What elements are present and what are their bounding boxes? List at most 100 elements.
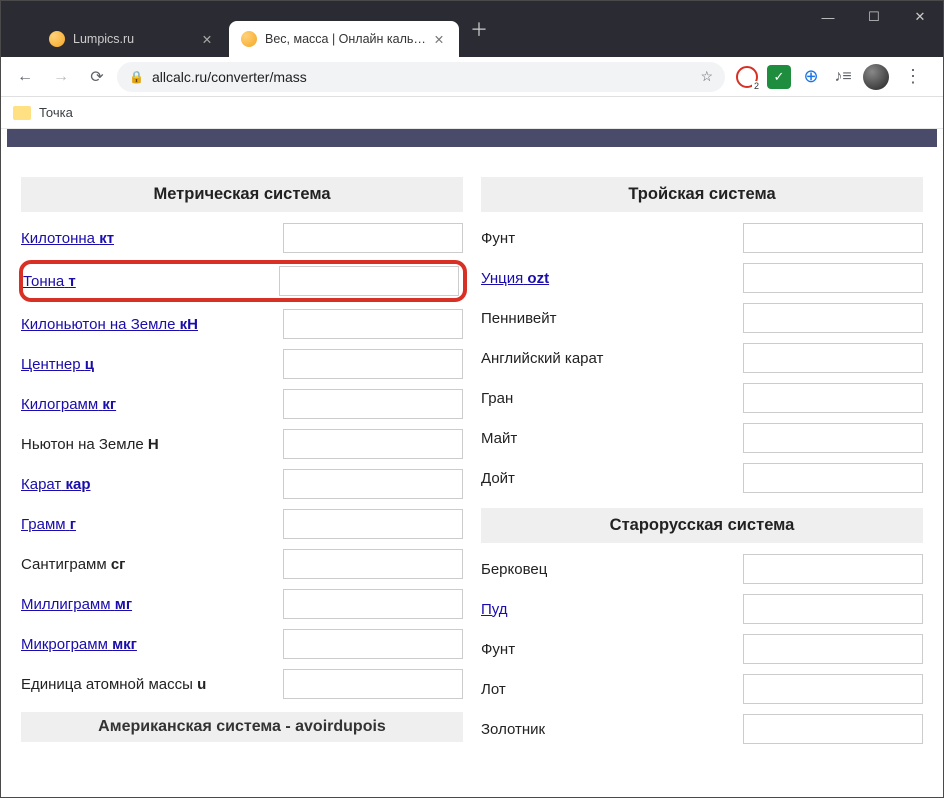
section-header-american-partial: Американская система - avoirdupois: [21, 712, 463, 742]
lock-icon: 🔒: [129, 70, 144, 84]
unit-input[interactable]: [283, 669, 463, 699]
tab-allcalc[interactable]: Вес, масса | Онлайн калькулятор ✕: [229, 21, 459, 57]
unit-row: Золотник: [481, 709, 923, 749]
unit-input[interactable]: [283, 429, 463, 459]
unit-link[interactable]: Килоньютон на Земле кН: [21, 316, 198, 333]
unit-input[interactable]: [283, 309, 463, 339]
unit-label: Единица атомной массы u: [21, 676, 283, 693]
bookmarks-bar: Точка: [1, 97, 943, 129]
unit-row: Микрограмм мкг: [21, 624, 463, 664]
unit-link[interactable]: Килограмм кг: [21, 396, 116, 413]
unit-label: Грамм г: [21, 516, 283, 533]
extension-check-icon[interactable]: ✓: [767, 65, 791, 89]
unit-input[interactable]: [283, 349, 463, 379]
unit-input[interactable]: [743, 383, 923, 413]
close-icon[interactable]: ✕: [431, 32, 447, 47]
forward-button[interactable]: →: [45, 61, 77, 93]
column-metric: Метрическая система Килотонна ктТонна тК…: [21, 177, 463, 749]
address-bar[interactable]: 🔒 allcalc.ru/converter/mass ☆: [117, 62, 725, 92]
metric-rows: Килотонна кт Тонна т Килоньютон на Земле к…: [21, 218, 463, 704]
unit-link[interactable]: Миллиграмм мг: [21, 596, 132, 613]
unit-row: Фунт: [481, 218, 923, 258]
unit-input[interactable]: [743, 423, 923, 453]
unit-input[interactable]: [743, 263, 923, 293]
unit-input[interactable]: [283, 509, 463, 539]
unit-label: Сантиграмм сг: [21, 556, 283, 573]
unit-link[interactable]: Килотонна кт: [21, 230, 114, 247]
tab-label: Вес, масса | Онлайн калькулятор: [265, 32, 431, 46]
unit-row: Килограмм кг: [21, 384, 463, 424]
unit-row: Пеннивейт: [481, 298, 923, 338]
unit-input[interactable]: [743, 463, 923, 493]
unit-input[interactable]: [283, 223, 463, 253]
unit-row: Карат кар: [21, 464, 463, 504]
close-icon[interactable]: ✕: [199, 32, 215, 47]
unit-label: Тонна т: [23, 273, 279, 290]
bookmark-star-icon[interactable]: ☆: [700, 68, 713, 85]
title-bar: Lumpics.ru ✕ Вес, масса | Онлайн калькул…: [1, 1, 943, 57]
unit-link[interactable]: Пуд: [481, 601, 508, 618]
unit-input[interactable]: [283, 389, 463, 419]
unit-row: Унция ozt: [481, 258, 923, 298]
unit-link[interactable]: Карат кар: [21, 476, 91, 493]
column-right: Тройская системаФунтУнция oztПеннивейтАн…: [481, 177, 923, 749]
unit-input[interactable]: [283, 589, 463, 619]
media-control-icon[interactable]: ♪≡: [831, 65, 855, 89]
unit-link[interactable]: Унция ozt: [481, 270, 549, 287]
extension-opera-icon[interactable]: [735, 65, 759, 89]
unit-input[interactable]: [283, 629, 463, 659]
menu-button[interactable]: ⋮: [897, 66, 929, 87]
translate-icon[interactable]: ⊕: [799, 65, 823, 89]
unit-label: Майт: [481, 430, 743, 447]
unit-input[interactable]: [743, 674, 923, 704]
unit-label: Миллиграмм мг: [21, 596, 283, 613]
unit-input[interactable]: [283, 469, 463, 499]
tab-label: Lumpics.ru: [73, 32, 199, 46]
unit-link[interactable]: Грамм г: [21, 516, 76, 533]
unit-label: Центнер ц: [21, 356, 283, 373]
unit-input[interactable]: [279, 266, 459, 296]
maximize-button[interactable]: ☐: [851, 1, 897, 33]
unit-input[interactable]: [743, 594, 923, 624]
unit-label: Карат кар: [21, 476, 283, 493]
unit-link[interactable]: Центнер ц: [21, 356, 94, 373]
url-text: allcalc.ru/converter/mass: [152, 69, 692, 85]
reload-button[interactable]: ⟳: [81, 61, 113, 93]
unit-input[interactable]: [743, 303, 923, 333]
section-header-troy: Тройская система: [481, 177, 923, 212]
favicon-icon: [49, 31, 65, 47]
extensions: ✓ ⊕ ♪≡ ⋮: [729, 64, 935, 90]
unit-input[interactable]: [743, 714, 923, 744]
unit-row: Килоньютон на Земле кН: [21, 304, 463, 344]
unit-label: Килограмм кг: [21, 396, 283, 413]
bookmark-item[interactable]: Точка: [39, 105, 73, 120]
close-window-button[interactable]: ✕: [897, 1, 943, 33]
unit-label: Килотонна кт: [21, 230, 283, 247]
section-header-metric: Метрическая система: [21, 177, 463, 212]
unit-label: Гран: [481, 390, 743, 407]
unit-row: Грамм г: [21, 504, 463, 544]
unit-label: Пуд: [481, 601, 743, 618]
unit-link[interactable]: Микрограмм мкг: [21, 636, 137, 653]
new-tab-button[interactable]: ＋: [465, 16, 493, 42]
unit-label: Микрограмм мкг: [21, 636, 283, 653]
unit-link[interactable]: Тонна т: [23, 273, 76, 290]
unit-input[interactable]: [743, 223, 923, 253]
folder-icon: [13, 106, 31, 120]
favicon-icon: [241, 31, 257, 47]
back-button[interactable]: ←: [9, 61, 41, 93]
unit-input[interactable]: [743, 554, 923, 584]
tab-lumpics[interactable]: Lumpics.ru ✕: [37, 21, 227, 57]
converter-columns: Метрическая система Килотонна ктТонна тК…: [1, 177, 943, 749]
minimize-button[interactable]: —: [805, 1, 851, 33]
unit-row: Тонна т: [19, 260, 467, 302]
unit-label: Ньютон на Земле Н: [21, 436, 283, 453]
unit-input[interactable]: [283, 549, 463, 579]
unit-row: Фунт: [481, 629, 923, 669]
tab-strip: Lumpics.ru ✕ Вес, масса | Онлайн калькул…: [1, 1, 805, 57]
section-header-oldrussian: Старорусская система: [481, 508, 923, 543]
unit-input[interactable]: [743, 343, 923, 373]
profile-avatar[interactable]: [863, 64, 889, 90]
unit-input[interactable]: [743, 634, 923, 664]
page-scroll[interactable]: Метрическая система Килотонна ктТонна тК…: [1, 129, 943, 797]
